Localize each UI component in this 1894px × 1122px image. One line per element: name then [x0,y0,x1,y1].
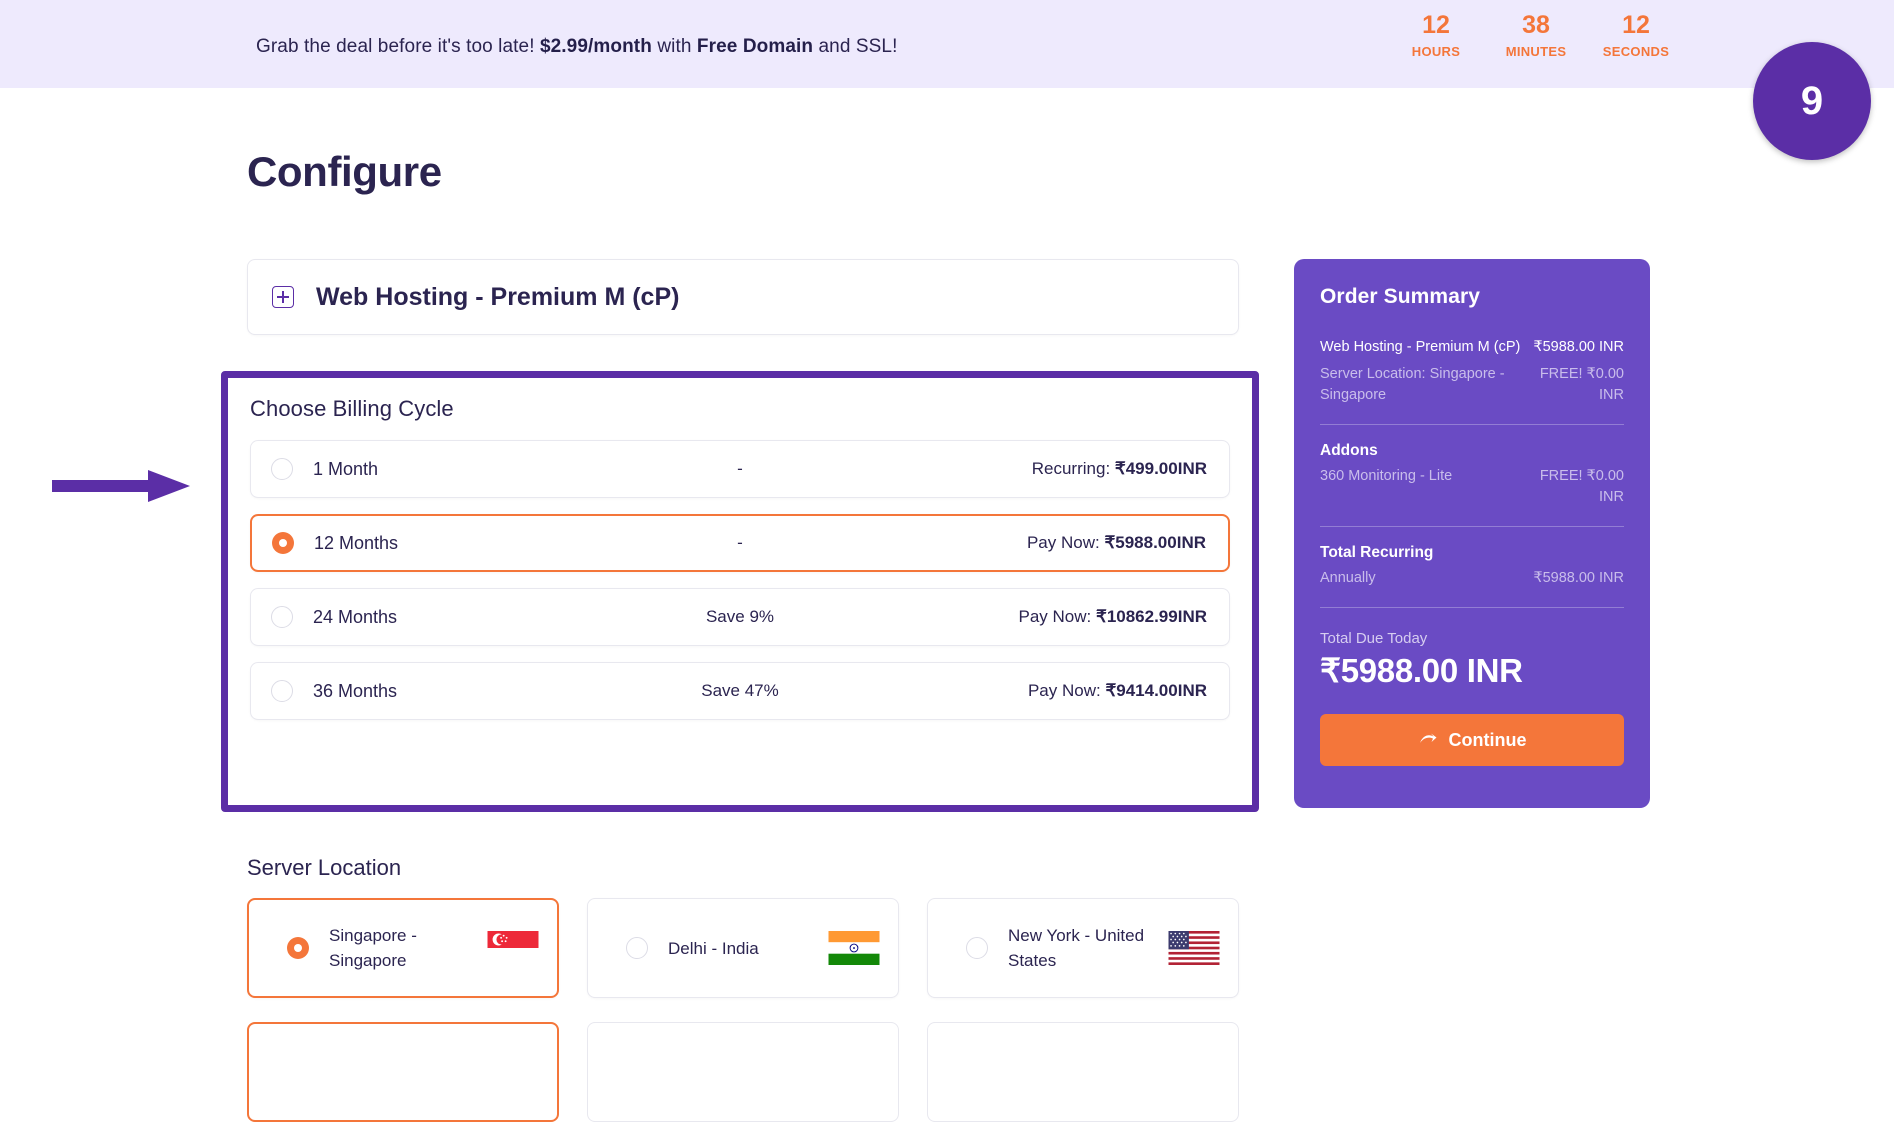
countdown-hours: 12 HOURS [1400,12,1472,59]
server-location-card[interactable] [247,1022,559,1122]
countdown-hours-value: 12 [1422,11,1450,39]
billing-cycle-heading: Choose Billing Cycle [250,396,454,421]
billing-term-label: 12 Months [314,532,399,553]
countdown-minutes: 38 MINUTES [1500,12,1572,59]
product-name: Web Hosting - Premium M (cP) [316,282,680,311]
billing-price-value: ₹5988.00INR [1104,533,1206,552]
server-location-options-row2 [247,1022,1239,1122]
radio-new-york[interactable] [966,937,988,959]
server-location-card[interactable] [927,1022,1239,1122]
order-summary-addon-name: 360 Monitoring - Lite [1320,468,1453,484]
order-summary-item-name: Web Hosting - Premium M (cP) [1320,339,1521,355]
billing-option-1-month[interactable]: 1 Month - Recurring: ₹499.00INR [250,440,1230,498]
billing-price-label: Recurring: [1031,459,1111,478]
step-badge[interactable]: 9 [1753,42,1871,160]
order-summary-item: Server Location: Singapore - Singapore F… [1320,364,1624,406]
page-title: Configure [247,148,442,195]
divider [1320,424,1624,425]
divider [1320,526,1624,527]
order-summary-item: Web Hosting - Premium M (cP) ₹5988.00 IN… [1320,337,1624,358]
order-summary-recurring-title: Total Recurring [1320,544,1434,561]
order-summary-addon: 360 Monitoring - Lite FREE! ₹0.00 INR [1320,466,1624,508]
countdown-timer: 12 HOURS 38 MINUTES 12 SECONDS [1400,12,1672,59]
divider [1320,607,1624,608]
billing-price: Recurring: ₹499.00INR [1032,459,1207,479]
billing-term-label: 1 Month [313,458,379,479]
server-location-new-york[interactable]: New York - United States [927,898,1239,998]
order-summary-item-value: FREE! ₹0.00 INR [1539,366,1624,403]
billing-cycle-section: Choose Billing Cycle 1 Month - Recurring… [228,378,1252,805]
billing-price-label: Pay Now: [1026,533,1100,552]
order-summary-recurring: Annually ₹5988.00 INR [1320,568,1624,589]
annotation-arrow-right-icon [52,470,190,502]
server-location-heading: Server Location [247,855,402,880]
billing-term-label: 24 Months [313,606,398,627]
billing-option-24-months[interactable]: 24 Months Save 9% Pay Now: ₹10862.99INR [250,588,1230,646]
radio-1-month[interactable] [271,458,293,480]
product-card[interactable]: Web Hosting - Premium M (cP) [247,259,1239,335]
order-summary-total-value: ₹5988.00 INR [1320,652,1523,689]
radio-36-months[interactable] [271,680,293,702]
billing-price-value: ₹499.00INR [1114,459,1207,478]
server-location-card[interactable] [587,1022,899,1122]
server-location-label: Delhi - India [668,938,759,958]
order-summary-recurring-value: ₹5988.00 INR [1533,570,1624,586]
order-summary-total-label: Total Due Today [1320,630,1428,647]
order-summary-item-name: Server Location: Singapore - Singapore [1320,366,1505,403]
countdown-seconds-label: SECONDS [1602,44,1670,59]
billing-price-label: Pay Now: [1018,607,1092,626]
promo-text-before: Grab the deal before it's too late! [256,36,535,57]
server-location-singapore[interactable]: Singapore - Singapore [247,898,559,998]
order-summary-item-value: ₹5988.00 INR [1533,339,1624,355]
promo-text-mid: with [657,36,692,57]
flag-usa-icon [1168,931,1220,965]
promo-text-after: and SSL! [818,36,898,57]
flag-singapore-icon [487,931,539,965]
billing-price-value: ₹9414.00INR [1105,681,1207,700]
arrow-right-icon [1419,733,1436,743]
billing-cycle-annotation-box: Choose Billing Cycle 1 Month - Recurring… [221,371,1259,812]
order-summary-title: Order Summary [1320,285,1481,308]
countdown-seconds: 12 SECONDS [1600,12,1672,59]
radio-12-months[interactable] [272,532,294,554]
billing-price: Pay Now: ₹9414.00INR [1028,681,1207,701]
order-summary-panel: Order Summary Web Hosting - Premium M (c… [1294,259,1650,808]
countdown-seconds-value: 12 [1622,11,1650,39]
countdown-minutes-label: MINUTES [1505,44,1567,59]
countdown-minutes-value: 38 [1522,11,1550,39]
billing-price-value: ₹10862.99INR [1096,607,1207,626]
continue-button[interactable]: Continue [1320,714,1624,766]
billing-price: Pay Now: ₹10862.99INR [1019,607,1207,627]
continue-button-label: Continue [1448,729,1527,750]
promo-price: $2.99/month [539,36,652,57]
billing-price: Pay Now: ₹5988.00INR [1027,533,1206,553]
promo-feature: Free Domain [696,36,814,57]
radio-singapore[interactable] [287,937,309,959]
server-location-label: Singapore - Singapore [329,926,417,970]
order-summary-recurring-name: Annually [1320,570,1376,586]
radio-delhi[interactable] [626,937,648,959]
countdown-hours-label: HOURS [1411,44,1461,59]
order-summary-addon-value: FREE! ₹0.00 INR [1539,468,1624,505]
plus-square-icon[interactable] [272,286,294,308]
flag-india-icon [828,931,880,965]
radio-24-months[interactable] [271,606,293,628]
server-location-delhi[interactable]: Delhi - India [587,898,899,998]
billing-option-12-months[interactable]: 12 Months - Pay Now: ₹5988.00INR [250,514,1230,572]
server-location-options: Singapore - Singapore Delhi - India New … [247,898,1239,998]
server-location-label: New York - United States [1008,926,1145,970]
billing-option-36-months[interactable]: 36 Months Save 47% Pay Now: ₹9414.00INR [250,662,1230,720]
promo-banner: Grab the deal before it's too late! $2.9… [0,0,1894,88]
billing-term-label: 36 Months [313,680,398,701]
promo-message: Grab the deal before it's too late! $2.9… [256,36,897,58]
billing-price-label: Pay Now: [1027,681,1101,700]
order-summary-addons-title: Addons [1320,442,1378,459]
